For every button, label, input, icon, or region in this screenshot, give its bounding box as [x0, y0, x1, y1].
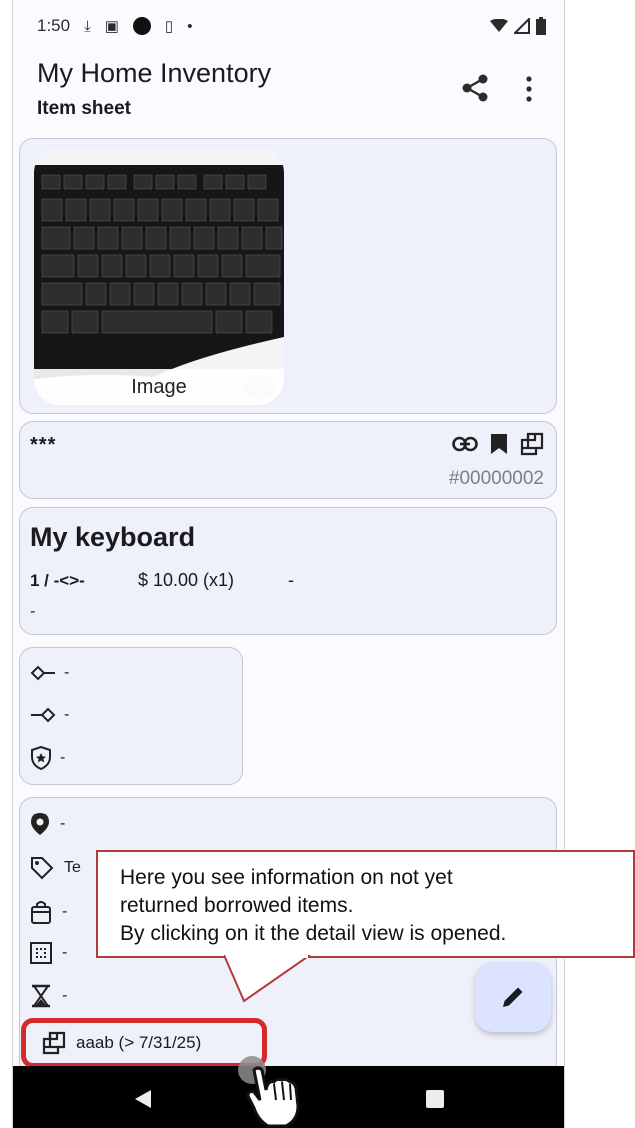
location-value: -	[60, 815, 66, 832]
back-nav-icon[interactable]	[133, 1088, 153, 1110]
attribute-row-2: -	[30, 706, 69, 724]
pencil-icon	[503, 987, 523, 1007]
item-description: -	[30, 603, 36, 620]
borrow-icon	[42, 1031, 66, 1055]
status-time: 1:50	[37, 16, 71, 35]
bookmark-icon[interactable]	[490, 433, 508, 455]
borrow-icon[interactable]	[520, 432, 544, 456]
meta-icons	[452, 432, 544, 456]
attribute-value: -	[60, 749, 66, 766]
location-pin-icon	[31, 813, 49, 835]
clipboard-icon: ▯	[164, 17, 174, 35]
attribute-value: -	[64, 664, 70, 681]
grid-value: -	[62, 944, 68, 961]
callout-line-1: Here you see information on not yet	[120, 866, 453, 889]
item-title-card: My keyboard 1 / -<>- $ 10.00 (x1) - -	[19, 507, 557, 635]
callout-line-2: returned borrowed items.	[120, 894, 354, 917]
attribute-value: -	[64, 706, 70, 723]
item-extra: -	[288, 570, 294, 590]
item-price: $ 10.00 (x1)	[138, 570, 235, 590]
grid-icon	[30, 942, 52, 964]
borrowed-item-label: aaab (> 7/31/25)	[76, 1033, 202, 1052]
edit-fab[interactable]	[475, 962, 551, 1032]
keyboard-picture	[34, 147, 284, 405]
callout-line-3: By clicking on it the detail view is ope…	[120, 922, 507, 945]
callout-pointer	[224, 955, 311, 1003]
location-row[interactable]: -	[30, 812, 65, 836]
record-icon	[132, 17, 151, 35]
attributes-card: - - -	[19, 647, 243, 785]
share-icon[interactable]	[459, 72, 491, 104]
link-icon[interactable]	[452, 436, 478, 452]
photo-icon: ▣	[104, 17, 119, 35]
tag-icon	[31, 857, 54, 880]
status-bar: 1:50 ⤓ ▣ ▯ •	[13, 0, 564, 52]
diamond-left-icon	[30, 665, 55, 681]
annotation-callout: Here you see information on not yet retu…	[96, 850, 635, 958]
hourglass-value: -	[62, 987, 68, 1004]
hand-cursor-icon	[238, 1056, 300, 1128]
image-card: Image	[19, 138, 557, 414]
image-caption: Image	[34, 369, 284, 405]
borrowed-item-row[interactable]: aaab (> 7/31/25)	[21, 1018, 267, 1068]
attribute-row-1: -	[30, 664, 69, 682]
meta-card: *** #00000002	[19, 421, 557, 499]
item-quantity: 1 / -<>-	[30, 571, 85, 590]
item-name: My keyboard	[30, 522, 196, 552]
diamond-right-icon	[31, 707, 56, 723]
attribute-row-3: -	[30, 746, 65, 770]
status-right	[490, 17, 546, 35]
bag-value: -	[62, 903, 68, 920]
recents-nav-icon[interactable]	[426, 1090, 444, 1108]
app-title: My Home Inventory	[37, 58, 272, 88]
more-vert-icon[interactable]	[521, 74, 537, 104]
item-image[interactable]: Image	[34, 147, 284, 405]
app-bar: My Home Inventory Item sheet	[13, 52, 564, 132]
grid-row[interactable]: -	[30, 942, 67, 964]
hourglass-icon	[32, 984, 50, 1008]
rating-stars: ***	[30, 434, 57, 456]
wifi-icon	[490, 19, 508, 32]
hourglass-row[interactable]: -	[30, 984, 67, 1008]
battery-icon	[536, 17, 546, 35]
tag-row[interactable]: Te	[30, 856, 81, 880]
tag-value: Te	[64, 859, 81, 876]
download-icon: ⤓	[84, 17, 91, 35]
bag-icon	[31, 901, 51, 924]
item-id: #00000002	[448, 468, 544, 489]
bag-row[interactable]: -	[30, 900, 67, 924]
signal-icon	[514, 18, 530, 34]
dot-icon: •	[187, 17, 193, 35]
star-shield-icon	[31, 746, 51, 770]
page-subtitle: Item sheet	[37, 98, 131, 119]
